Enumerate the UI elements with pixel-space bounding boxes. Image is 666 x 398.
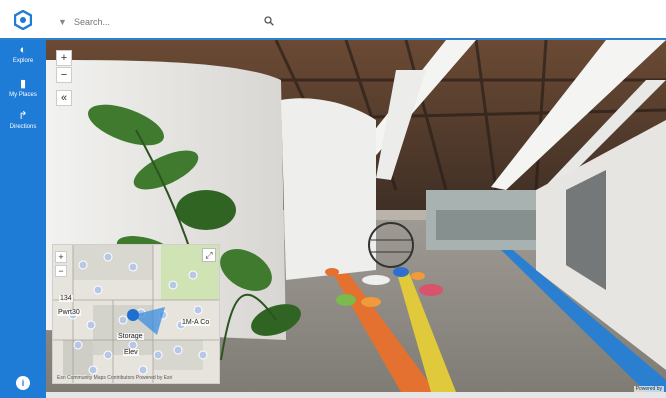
sidebar-item-label: Explore: [12, 58, 34, 64]
sidebar-item-label: Directions: [9, 124, 37, 130]
sidebar-item-label: My Places: [9, 92, 37, 98]
map-label: Elev: [123, 349, 139, 356]
map-attribution: Esri Community Maps Contributors Powered…: [57, 375, 173, 381]
search-icon[interactable]: [264, 15, 274, 29]
minimap-zoom-in-button[interactable]: +: [55, 251, 67, 263]
map-label: Pwrt30: [57, 309, 81, 316]
sidebar-item-directions[interactable]: ↱ Directions: [0, 110, 46, 130]
location-hexagon-icon: [14, 10, 32, 30]
sidebar: ◐ Explore ▮ My Places ↱ Directions i: [0, 40, 46, 398]
sidebar-item-explore[interactable]: ◐ Explore: [0, 44, 46, 64]
zoom-out-button[interactable]: −: [56, 67, 72, 83]
zoom-in-button[interactable]: +: [56, 50, 72, 66]
top-bar: ▼: [0, 0, 666, 40]
collapse-panel-button[interactable]: «: [56, 90, 72, 106]
sidebar-item-my-places[interactable]: ▮ My Places: [0, 78, 46, 98]
info-icon[interactable]: i: [16, 376, 30, 390]
search-input[interactable]: [74, 17, 264, 27]
pin-icon: ▮: [19, 78, 27, 90]
filter-icon[interactable]: ▼: [58, 17, 74, 27]
search-bar: ▼: [58, 12, 278, 32]
route-icon: ↱: [18, 110, 28, 122]
map-label: 134: [59, 295, 73, 302]
app-logo[interactable]: [0, 0, 46, 40]
compass-icon: ◐: [19, 44, 27, 56]
bottom-strip: [46, 392, 666, 398]
floorplan-minimap[interactable]: + − ⤢ 134 Pwrt30 Storage Elev 1M-A Co Es…: [52, 244, 220, 384]
map-label: 1M-A Co: [181, 319, 211, 326]
expand-icon[interactable]: ⤢: [202, 248, 216, 262]
map-label: Storage: [117, 333, 144, 340]
panorama-viewer[interactable]: + − « + − ⤢ 134 Pwrt30 Storage Elev 1M-A…: [46, 40, 666, 392]
minimap-zoom-out-button[interactable]: −: [55, 265, 67, 277]
